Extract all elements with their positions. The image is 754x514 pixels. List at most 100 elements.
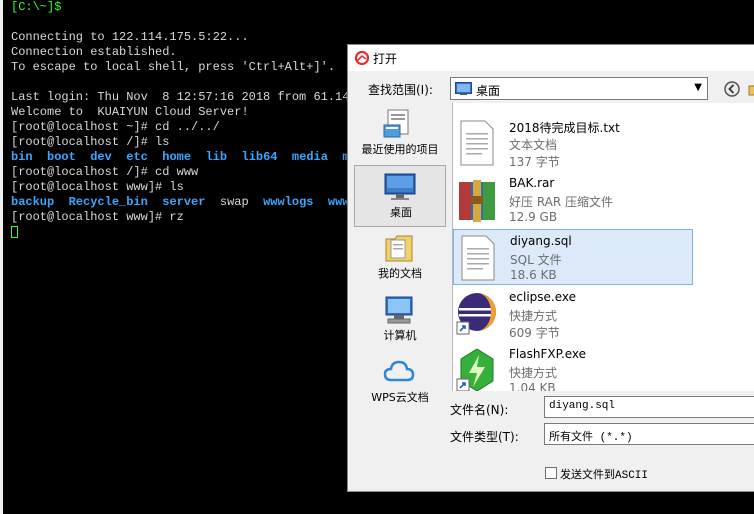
directory-name: wwwlogs [263,195,314,209]
cloud-icon [383,360,415,382]
directory-name: dev [90,150,112,164]
open-file-dialog: 打开 查找范围(I): 桌面 ▼ 最近使用的项目 桌面 我的文档 计算机 WPS… [347,44,754,492]
text-file-icon [460,120,494,166]
terminal-line: [root@localhost /]# cd www [11,165,198,180]
file-item[interactable]: 2018待完成目标.txt 文本文档 137 字节 [453,115,693,171]
terminal-text: Connection established. [11,45,177,59]
terminal-text: swap [205,195,264,209]
terminal-line: backup Recycle_bin server swap wwwlogs w… [11,195,378,210]
terminal-text: [root@localhost www]# rz [11,210,184,224]
file-item-selected[interactable]: diyang.sql SQL 文件 18.6 KB [453,229,693,285]
terminal-line [11,225,18,240]
terminal-text: [C:\~]$ [11,0,62,14]
file-item[interactable]: eclipse.exe 快捷方式 609 字节 [453,286,693,342]
terminal-text: [root@localhost www]# ls [11,180,184,194]
file-type: 快捷方式 [509,366,558,380]
place-label: 桌面 [390,206,412,219]
terminal-text: [root@localhost /]# ls [11,135,170,149]
terminal-line: Last login: Thu Nov 8 12:57:16 2018 from… [11,90,357,105]
place-computer[interactable]: 计算机 [354,289,446,351]
terminal-text: To escape to local shell, press 'Ctrl+Al… [11,60,336,74]
file-name: eclipse.exe [509,290,577,304]
back-button[interactable] [722,79,742,99]
terminal-text: Connecting to 122.114.175.5:22... [11,30,249,44]
terminal-line: [root@localhost /]# ls [11,135,169,150]
desktop-icon [384,173,416,200]
lookin-label: 查找范围(I): [368,83,433,97]
file-item[interactable]: FlashFXP.exe 快捷方式 1.04 KB [453,343,693,391]
terminal-line: [root@localhost ~]# cd ../../ [11,120,220,135]
place-recent[interactable]: 最近使用的项目 [354,103,446,165]
sql-file-icon [461,235,495,281]
eclipse-icon [456,293,496,335]
file-type: 快捷方式 [509,309,558,323]
file-name: diyang.sql [510,234,572,248]
file-type: 文本文档 [509,138,558,152]
recent-icon [383,109,409,138]
file-type: SQL 文件 [510,253,562,267]
dialog-title: 打开 [373,52,398,66]
terminal-text: [root@localhost ~]# cd ../../ [11,120,220,134]
filetype-dropdown[interactable]: 所有文件 (*.*) [544,423,754,445]
ascii-label: 发送文件到ASCII [560,470,649,482]
file-type: 好压 RAR 压缩文件 [509,195,614,209]
terminal-line: Connection established. [11,45,177,60]
file-name: FlashFXP.exe [509,347,587,361]
terminal-line: [C:\~]$ [11,0,61,15]
terminal-line: [root@localhost www]# rz [11,210,184,225]
terminal-text: [root@localhost /]# cd www [11,165,199,179]
file-item[interactable]: BAK.rar 好压 RAR 压缩文件 12.9 GB [453,172,693,228]
directory-name: media [291,150,328,164]
documents-icon [385,235,413,262]
terminal-text: Last login: Thu Nov 8 12:57:16 2018 from… [11,90,357,104]
terminal-text: Welcome to KUAIYUN Cloud Server! [11,105,249,119]
terminal-cursor [11,225,18,238]
place-desktop[interactable]: 桌面 [354,165,446,227]
computer-icon [385,296,413,324]
lookin-dropdown[interactable]: 桌面 ▼ [450,77,708,100]
terminal-line: Connecting to 122.114.175.5:22... [11,30,249,45]
file-list[interactable]: 2018待完成目标.txt 文本文档 137 字节 BAK.rar 好压 RAR… [452,103,754,391]
desktop-folder-icon [455,82,472,95]
filetype-label: 文件类型(T): [450,430,519,444]
terminal-line: [root@localhost www]# ls [11,180,184,195]
directory-name: home [162,150,192,164]
app-logo-icon [354,50,370,66]
filename-label: 文件名(N): [450,403,509,417]
directory-name: backup [11,195,55,209]
terminal-line: bin boot dev etc home lib lib64 media mn… [11,150,364,165]
file-name: BAK.rar [509,176,555,190]
directory-name: lib64 [241,150,278,164]
places-sidebar: 最近使用的项目 桌面 我的文档 计算机 WPS云文档 [354,103,446,433]
directory-name: bin [11,150,33,164]
chevron-down-icon: ▼ [694,82,702,93]
directory-name: Recycle_bin [68,195,148,209]
place-label: 我的文档 [378,267,422,280]
ascii-checkbox[interactable] [545,467,557,479]
place-wps-cloud[interactable]: WPS云文档 [354,351,446,413]
file-size: 12.9 GB [509,210,558,224]
place-documents[interactable]: 我的文档 [354,227,446,289]
up-folder-button[interactable] [746,79,754,99]
dialog-titlebar[interactable]: 打开 [348,45,754,71]
place-label: 最近使用的项目 [361,143,439,156]
file-size: 1.04 KB [509,381,556,391]
directory-name: boot [47,150,76,164]
lookin-value: 桌面 [476,84,501,98]
place-label: 计算机 [383,329,417,342]
terminal-line: Welcome to KUAIYUN Cloud Server! [11,105,249,120]
flashfxp-icon [456,348,494,391]
terminal-line: To escape to local shell, press 'Ctrl+Al… [11,60,335,75]
filename-input[interactable]: diyang.sql [544,396,754,418]
rar-archive-icon [459,180,495,222]
directory-name: etc [126,150,148,164]
directory-name: lib [205,150,228,164]
